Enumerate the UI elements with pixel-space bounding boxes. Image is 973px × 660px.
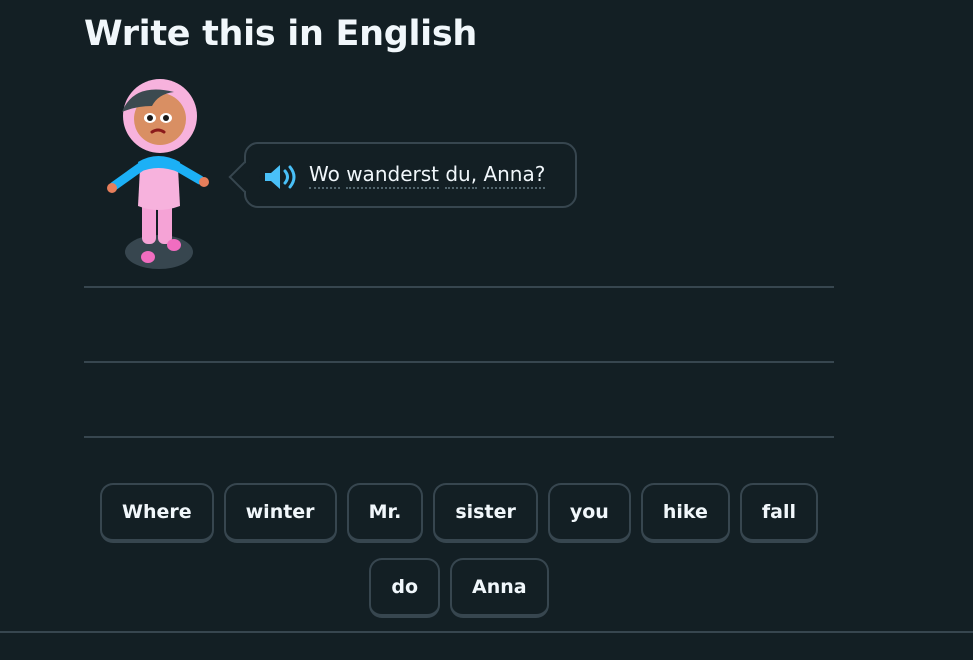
character-illustration <box>107 79 209 269</box>
word-tile-do[interactable]: do <box>369 558 441 618</box>
prompt-word[interactable]: wanderst <box>346 162 439 189</box>
word-bank-row: do Anna <box>84 558 834 618</box>
word-tile-mr[interactable]: Mr. <box>346 483 424 543</box>
prompt-word[interactable]: du, <box>445 162 478 189</box>
speech-bubble-tail <box>228 161 260 193</box>
answer-line <box>84 436 834 438</box>
prompt-sentence: Wo wanderst du, Anna? <box>309 162 546 189</box>
word-tile-sister[interactable]: sister <box>433 483 538 543</box>
word-tile-you[interactable]: you <box>547 483 631 543</box>
speech-bubble: Wo wanderst du, Anna? <box>228 142 577 208</box>
footer-divider <box>0 631 973 633</box>
prompt-word[interactable]: Anna? <box>483 162 546 189</box>
answer-line <box>84 361 834 363</box>
word-tile-where[interactable]: Where <box>99 483 214 543</box>
exercise-page: Write this in English Wo wanderst du, An… <box>0 0 973 660</box>
answer-line <box>84 286 834 288</box>
word-tile-hike[interactable]: hike <box>640 483 730 543</box>
prompt-word[interactable]: Wo <box>309 162 340 189</box>
challenge-title: Write this in English <box>84 14 477 54</box>
word-tile-anna[interactable]: Anna <box>450 558 549 618</box>
word-tile-winter[interactable]: winter <box>223 483 337 543</box>
word-bank-row: Where winter Mr. sister you hike fall <box>84 483 834 543</box>
word-tile-fall[interactable]: fall <box>739 483 818 543</box>
speaker-icon[interactable] <box>263 163 299 191</box>
